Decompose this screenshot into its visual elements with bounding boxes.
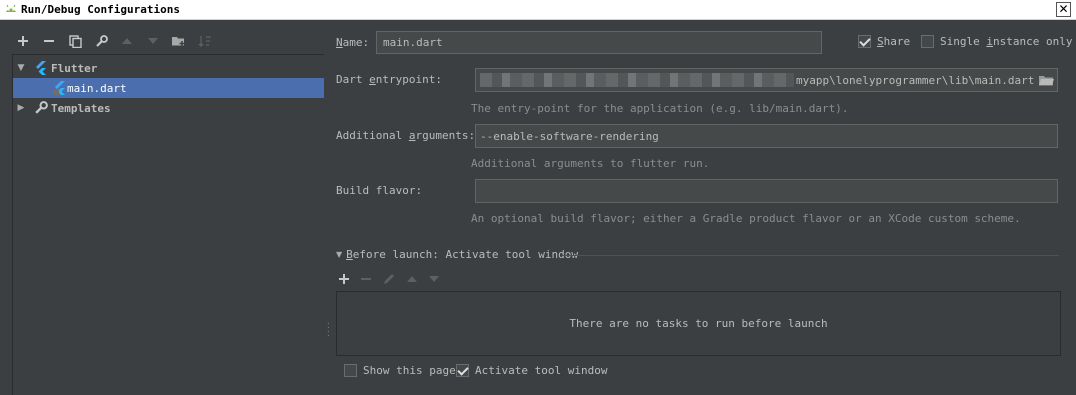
sort-configurations-button[interactable] bbox=[194, 31, 216, 51]
wrench-icon bbox=[95, 34, 108, 47]
share-checkbox[interactable]: Share bbox=[858, 35, 910, 48]
wrench-icon bbox=[35, 101, 48, 114]
remove-icon[interactable] bbox=[360, 273, 372, 285]
folder-icon bbox=[172, 37, 185, 46]
edit-icon[interactable] bbox=[382, 272, 396, 286]
additional-arguments-label: Additional arguments: bbox=[336, 129, 476, 142]
additional-arguments-field[interactable]: --enable-software-rendering bbox=[475, 124, 1058, 148]
entrypoint-field[interactable]: myapp\lonelyprogrammer\lib\main.dart bbox=[475, 68, 1058, 92]
add-icon[interactable] bbox=[338, 273, 350, 285]
before-launch-tasks-list[interactable]: There are no tasks to run before launch bbox=[336, 291, 1061, 356]
collapse-arrow-icon[interactable]: ▼ bbox=[336, 250, 342, 259]
close-icon: ✕ bbox=[1058, 2, 1069, 16]
build-flavor-label: Build flavor: bbox=[336, 184, 423, 197]
move-down-button[interactable] bbox=[142, 31, 164, 51]
activate-tool-window-checkbox[interactable]: Activate tool window bbox=[456, 364, 607, 377]
build-flavor-hint: An optional build flavor; either a Gradl… bbox=[471, 212, 1021, 225]
copy-icon bbox=[68, 34, 82, 48]
configurations-tree: ▼ Flutter main.dart ▶ Templates bbox=[12, 54, 324, 395]
tree-node-main-dart[interactable]: main.dart bbox=[13, 78, 324, 98]
tree-node-flutter[interactable]: ▼ Flutter bbox=[13, 58, 324, 78]
tree-label: main.dart bbox=[67, 81, 127, 95]
configurations-pane: ▼ Flutter main.dart ▶ Templates bbox=[0, 20, 324, 395]
collapse-arrow-icon[interactable]: ▶ bbox=[14, 103, 28, 113]
add-icon bbox=[18, 36, 28, 46]
edit-defaults-button[interactable] bbox=[90, 31, 112, 51]
show-this-page-label: Show this page bbox=[363, 364, 456, 377]
remove-icon bbox=[44, 40, 54, 42]
build-flavor-field[interactable] bbox=[475, 179, 1058, 203]
before-launch-header[interactable]: ▼ Before launch: Activate tool window bbox=[336, 248, 578, 261]
show-this-page-check-box[interactable] bbox=[344, 364, 357, 377]
move-down-icon bbox=[148, 38, 158, 44]
activate-tool-window-label: Activate tool window bbox=[475, 364, 608, 377]
browse-button[interactable] bbox=[1036, 70, 1056, 90]
show-this-page-checkbox[interactable]: Show this page bbox=[344, 364, 456, 377]
tree-label: Flutter bbox=[51, 61, 98, 75]
single-instance-checkbox[interactable]: Single instance only bbox=[921, 35, 1072, 48]
add-configuration-button[interactable] bbox=[12, 31, 34, 51]
flutter-run-icon bbox=[53, 81, 65, 95]
configuration-editor: Name: main.dart Share Single instance on… bbox=[330, 20, 1076, 395]
additional-arguments-hint: Additional arguments to flutter run. bbox=[471, 157, 710, 170]
expand-arrow-icon[interactable]: ▼ bbox=[14, 63, 28, 73]
remove-configuration-button[interactable] bbox=[38, 31, 60, 51]
single-instance-label: Single instance only bbox=[940, 35, 1073, 48]
move-down-icon[interactable] bbox=[428, 275, 440, 283]
move-into-folder-button[interactable] bbox=[168, 31, 190, 51]
flutter-icon bbox=[36, 61, 46, 75]
folder-icon bbox=[1038, 76, 1054, 86]
share-label: Share bbox=[877, 35, 911, 48]
before-launch-title: Before launch: Activate tool window bbox=[346, 248, 578, 261]
single-instance-check-box[interactable] bbox=[921, 35, 934, 48]
name-field[interactable]: main.dart bbox=[376, 31, 822, 54]
configurations-toolbar bbox=[12, 30, 216, 52]
copy-configuration-button[interactable] bbox=[64, 31, 86, 51]
name-label: Name: bbox=[336, 36, 370, 49]
redacted-path bbox=[480, 73, 794, 87]
activate-tool-window-check-box[interactable] bbox=[456, 364, 469, 377]
title-bar: Run/Debug Configurations ✕ bbox=[0, 0, 1076, 20]
android-studio-icon bbox=[6, 4, 16, 12]
close-button[interactable]: ✕ bbox=[1056, 2, 1071, 17]
move-up-icon bbox=[122, 38, 132, 44]
entrypoint-label: Dart entrypoint: bbox=[336, 73, 442, 86]
empty-tasks-text: There are no tasks to run before launch bbox=[569, 317, 828, 330]
tree-node-templates[interactable]: ▶ Templates bbox=[13, 98, 324, 118]
tree-label: Templates bbox=[51, 101, 111, 115]
move-up-icon[interactable] bbox=[406, 275, 418, 283]
share-check-box[interactable] bbox=[858, 35, 871, 48]
window-title: Run/Debug Configurations bbox=[21, 3, 180, 16]
before-launch-toolbar bbox=[338, 270, 440, 288]
sort-icon bbox=[198, 35, 211, 47]
entrypoint-hint: The entry-point for the application (e.g… bbox=[471, 102, 849, 115]
move-up-button[interactable] bbox=[116, 31, 138, 51]
section-divider bbox=[562, 255, 1059, 256]
